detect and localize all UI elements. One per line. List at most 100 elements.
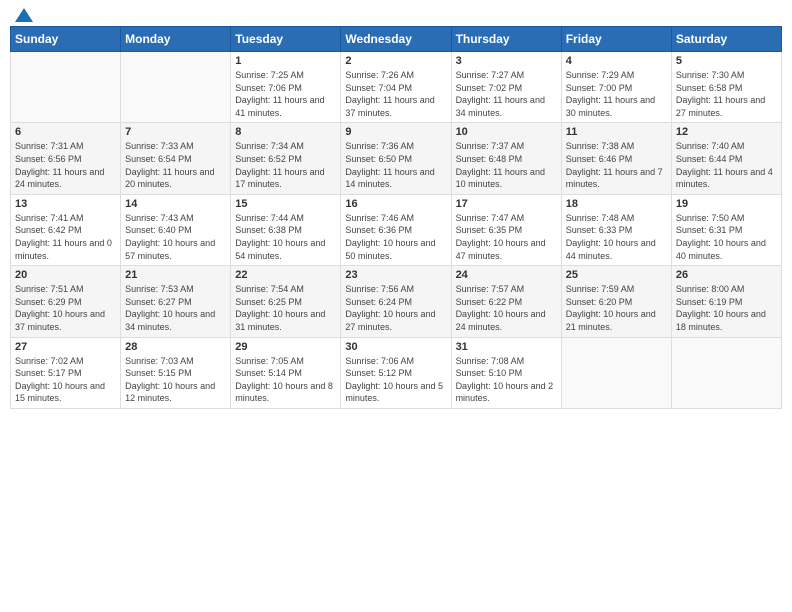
day-number: 6 xyxy=(15,126,116,138)
calendar-cell: 12 Sunrise: 7:40 AMSunset: 6:44 PMDayligh… xyxy=(671,123,781,194)
day-number: 5 xyxy=(676,55,777,67)
day-info: Sunrise: 7:54 AMSunset: 6:25 PMDaylight:… xyxy=(235,283,336,333)
day-number: 20 xyxy=(15,269,116,281)
day-info: Sunrise: 7:56 AMSunset: 6:24 PMDaylight:… xyxy=(345,283,446,333)
calendar-cell: 26 Sunrise: 8:00 AMSunset: 6:19 PMDayligh… xyxy=(671,266,781,337)
day-number: 30 xyxy=(345,341,446,353)
day-info: Sunrise: 7:31 AMSunset: 6:56 PMDaylight:… xyxy=(15,140,116,190)
weekday-header-saturday: Saturday xyxy=(671,27,781,52)
calendar-cell xyxy=(121,52,231,123)
weekday-header-friday: Friday xyxy=(561,27,671,52)
calendar-cell: 22 Sunrise: 7:54 AMSunset: 6:25 PMDayligh… xyxy=(231,266,341,337)
calendar-cell xyxy=(561,337,671,408)
calendar-cell: 5 Sunrise: 7:30 AMSunset: 6:58 PMDaylight… xyxy=(671,52,781,123)
day-number: 31 xyxy=(456,341,557,353)
weekday-header-thursday: Thursday xyxy=(451,27,561,52)
day-info: Sunrise: 7:36 AMSunset: 6:50 PMDaylight:… xyxy=(345,140,446,190)
calendar-cell: 10 Sunrise: 7:37 AMSunset: 6:48 PMDayligh… xyxy=(451,123,561,194)
day-number: 14 xyxy=(125,198,226,210)
calendar-cell xyxy=(11,52,121,123)
day-info: Sunrise: 7:41 AMSunset: 6:42 PMDaylight:… xyxy=(15,212,116,262)
day-info: Sunrise: 7:03 AMSunset: 5:15 PMDaylight:… xyxy=(125,355,226,405)
day-number: 10 xyxy=(456,126,557,138)
day-number: 13 xyxy=(15,198,116,210)
day-info: Sunrise: 8:00 AMSunset: 6:19 PMDaylight:… xyxy=(676,283,777,333)
day-info: Sunrise: 7:26 AMSunset: 7:04 PMDaylight:… xyxy=(345,69,446,119)
day-info: Sunrise: 7:57 AMSunset: 6:22 PMDaylight:… xyxy=(456,283,557,333)
day-info: Sunrise: 7:40 AMSunset: 6:44 PMDaylight:… xyxy=(676,140,777,190)
day-info: Sunrise: 7:33 AMSunset: 6:54 PMDaylight:… xyxy=(125,140,226,190)
day-info: Sunrise: 7:53 AMSunset: 6:27 PMDaylight:… xyxy=(125,283,226,333)
day-number: 29 xyxy=(235,341,336,353)
calendar-cell: 16 Sunrise: 7:46 AMSunset: 6:36 PMDayligh… xyxy=(341,194,451,265)
day-number: 3 xyxy=(456,55,557,67)
day-number: 28 xyxy=(125,341,226,353)
day-number: 1 xyxy=(235,55,336,67)
calendar-table: SundayMondayTuesdayWednesdayThursdayFrid… xyxy=(10,26,782,409)
day-info: Sunrise: 7:37 AMSunset: 6:48 PMDaylight:… xyxy=(456,140,557,190)
calendar-cell xyxy=(671,337,781,408)
day-info: Sunrise: 7:59 AMSunset: 6:20 PMDaylight:… xyxy=(566,283,667,333)
page-header xyxy=(10,10,782,22)
day-number: 24 xyxy=(456,269,557,281)
weekday-header-tuesday: Tuesday xyxy=(231,27,341,52)
day-info: Sunrise: 7:34 AMSunset: 6:52 PMDaylight:… xyxy=(235,140,336,190)
weekday-header-sunday: Sunday xyxy=(11,27,121,52)
calendar-cell: 15 Sunrise: 7:44 AMSunset: 6:38 PMDayligh… xyxy=(231,194,341,265)
day-info: Sunrise: 7:05 AMSunset: 5:14 PMDaylight:… xyxy=(235,355,336,405)
calendar-week-row: 1 Sunrise: 7:25 AMSunset: 7:06 PMDaylight… xyxy=(11,52,782,123)
calendar-cell: 21 Sunrise: 7:53 AMSunset: 6:27 PMDayligh… xyxy=(121,266,231,337)
calendar-cell: 23Sunrise: 7:56 AMSunset: 6:24 PMDayligh… xyxy=(341,266,451,337)
day-info: Sunrise: 7:06 AMSunset: 5:12 PMDaylight:… xyxy=(345,355,446,405)
calendar-cell: 28 Sunrise: 7:03 AMSunset: 5:15 PMDayligh… xyxy=(121,337,231,408)
day-info: Sunrise: 7:29 AMSunset: 7:00 PMDaylight:… xyxy=(566,69,667,119)
day-number: 2 xyxy=(345,55,446,67)
day-number: 15 xyxy=(235,198,336,210)
day-number: 11 xyxy=(566,126,667,138)
calendar-cell: 1 Sunrise: 7:25 AMSunset: 7:06 PMDaylight… xyxy=(231,52,341,123)
calendar-week-row: 20 Sunrise: 7:51 AMSunset: 6:29 PMDayligh… xyxy=(11,266,782,337)
day-number: 12 xyxy=(676,126,777,138)
calendar-cell: 18Sunrise: 7:48 AMSunset: 6:33 PMDayligh… xyxy=(561,194,671,265)
day-number: 19 xyxy=(676,198,777,210)
calendar-cell: 29 Sunrise: 7:05 AMSunset: 5:14 PMDayligh… xyxy=(231,337,341,408)
day-info: Sunrise: 7:48 AMSunset: 6:33 PMDaylight:… xyxy=(566,212,667,262)
calendar-cell: 3 Sunrise: 7:27 AMSunset: 7:02 PMDaylight… xyxy=(451,52,561,123)
calendar-cell: 9 Sunrise: 7:36 AMSunset: 6:50 PMDaylight… xyxy=(341,123,451,194)
calendar-cell: 19Sunrise: 7:50 AMSunset: 6:31 PMDayligh… xyxy=(671,194,781,265)
day-info: Sunrise: 7:51 AMSunset: 6:29 PMDaylight:… xyxy=(15,283,116,333)
calendar-cell: 30 Sunrise: 7:06 AMSunset: 5:12 PMDayligh… xyxy=(341,337,451,408)
day-info: Sunrise: 7:38 AMSunset: 6:46 PMDaylight:… xyxy=(566,140,667,190)
day-info: Sunrise: 7:46 AMSunset: 6:36 PMDaylight:… xyxy=(345,212,446,262)
day-number: 25 xyxy=(566,269,667,281)
day-number: 4 xyxy=(566,55,667,67)
calendar-cell: 7 Sunrise: 7:33 AMSunset: 6:54 PMDaylight… xyxy=(121,123,231,194)
day-info: Sunrise: 7:08 AMSunset: 5:10 PMDaylight:… xyxy=(456,355,557,405)
weekday-header-wednesday: Wednesday xyxy=(341,27,451,52)
day-info: Sunrise: 7:02 AMSunset: 5:17 PMDaylight:… xyxy=(15,355,116,405)
day-info: Sunrise: 7:25 AMSunset: 7:06 PMDaylight:… xyxy=(235,69,336,119)
day-number: 16 xyxy=(345,198,446,210)
calendar-cell: 2 Sunrise: 7:26 AMSunset: 7:04 PMDaylight… xyxy=(341,52,451,123)
day-number: 26 xyxy=(676,269,777,281)
calendar-cell: 17 Sunrise: 7:47 AMSunset: 6:35 PMDayligh… xyxy=(451,194,561,265)
day-number: 21 xyxy=(125,269,226,281)
weekday-header-row: SundayMondayTuesdayWednesdayThursdayFrid… xyxy=(11,27,782,52)
calendar-cell: 31 Sunrise: 7:08 AMSunset: 5:10 PMDayligh… xyxy=(451,337,561,408)
day-info: Sunrise: 7:44 AMSunset: 6:38 PMDaylight:… xyxy=(235,212,336,262)
day-number: 27 xyxy=(15,341,116,353)
day-number: 7 xyxy=(125,126,226,138)
calendar-cell: 27 Sunrise: 7:02 AMSunset: 5:17 PMDayligh… xyxy=(11,337,121,408)
calendar-cell: 20 Sunrise: 7:51 AMSunset: 6:29 PMDayligh… xyxy=(11,266,121,337)
day-number: 22 xyxy=(235,269,336,281)
day-info: Sunrise: 7:43 AMSunset: 6:40 PMDaylight:… xyxy=(125,212,226,262)
day-number: 8 xyxy=(235,126,336,138)
weekday-header-monday: Monday xyxy=(121,27,231,52)
day-info: Sunrise: 7:30 AMSunset: 6:58 PMDaylight:… xyxy=(676,69,777,119)
calendar-cell: 25 Sunrise: 7:59 AMSunset: 6:20 PMDayligh… xyxy=(561,266,671,337)
logo-icon xyxy=(15,8,33,22)
day-info: Sunrise: 7:47 AMSunset: 6:35 PMDaylight:… xyxy=(456,212,557,262)
day-number: 17 xyxy=(456,198,557,210)
day-info: Sunrise: 7:27 AMSunset: 7:02 PMDaylight:… xyxy=(456,69,557,119)
day-number: 9 xyxy=(345,126,446,138)
